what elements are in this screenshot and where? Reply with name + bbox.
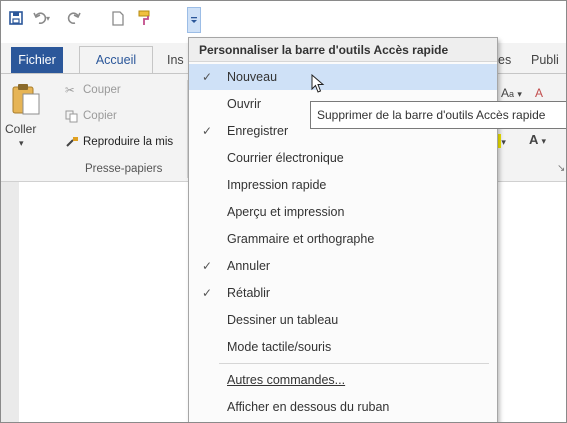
cut-button[interactable]: ✂ Couper — [65, 82, 155, 100]
menu-item-label: Enregistrer — [227, 124, 289, 138]
tab-fichier[interactable]: Fichier — [11, 47, 63, 73]
tab-publipostage[interactable]: Publi — [531, 47, 566, 73]
menu-item-nouveau[interactable]: ✓ Nouveau — [189, 64, 497, 90]
format-painter-icon[interactable] — [135, 7, 155, 29]
new-document-icon[interactable] — [109, 7, 127, 29]
shrink-font-label: A — [535, 86, 544, 100]
check-icon: ✓ — [202, 259, 213, 273]
tab-insertion[interactable]: Ins — [167, 47, 189, 73]
menu-item-label: Dessiner un tableau — [227, 313, 339, 327]
menu-item-apercu[interactable]: Aperçu et impression — [189, 199, 497, 225]
menu-item-grammaire[interactable]: Grammaire et orthographe — [189, 226, 497, 252]
menu-item-label: Nouveau — [227, 70, 278, 84]
cut-label: Couper — [83, 84, 121, 96]
grow-font-label: A — [501, 86, 510, 100]
format-painter-label: Reproduire la mis — [83, 136, 174, 148]
grow-font-button[interactable]: Aa ▾ — [501, 86, 522, 100]
brush-icon — [66, 137, 78, 147]
paste-label: Coller — [5, 122, 37, 136]
shrink-font-button[interactable]: A — [535, 86, 543, 100]
redo-icon[interactable] — [65, 7, 83, 29]
check-icon: ✓ — [202, 124, 213, 138]
clipboard-icon — [12, 84, 40, 115]
menu-item-annuler[interactable]: ✓ Annuler — [189, 253, 497, 279]
menu-separator — [219, 363, 489, 364]
highlight-button[interactable]: ▾ — [498, 134, 506, 148]
scissors-icon: ✂ — [65, 85, 75, 97]
menu-item-label: Courrier électronique — [227, 151, 344, 165]
menu-item-impression-rapide[interactable]: Impression rapide — [189, 172, 497, 198]
vertical-ruler — [1, 182, 19, 422]
menu-item-label: Ouvrir — [227, 97, 262, 111]
dialog-launcher-icon[interactable]: ↘ — [557, 163, 565, 174]
tab-partial[interactable]: es — [498, 47, 518, 73]
tab-accueil[interactable]: Accueil — [79, 46, 153, 75]
menu-item-courrier[interactable]: Courrier électronique — [189, 145, 497, 171]
menu-item-label: Afficher en dessous du ruban — [227, 400, 390, 414]
menu-title: Personnaliser la barre d'outils Accès ra… — [189, 38, 497, 62]
menu-item-label: Annuler — [227, 259, 271, 273]
menu-item-label: Autres commandes... — [227, 373, 346, 387]
paste-button[interactable]: Coller ▾ — [5, 82, 45, 152]
check-icon: ✓ — [202, 286, 213, 300]
svg-text:▾: ▾ — [46, 14, 50, 23]
format-painter-button[interactable]: Reproduire la mis — [65, 134, 187, 152]
copy-button[interactable]: Copier — [65, 108, 155, 126]
check-icon: ✓ — [202, 70, 213, 84]
menu-item-autres-commandes[interactable]: Autres commandes... — [189, 367, 497, 393]
tooltip: Supprimer de la barre d'outils Accès rap… — [310, 101, 566, 129]
menu-item-label: Grammaire et orthographe — [227, 232, 375, 246]
menu-item-mode-tactile[interactable]: Mode tactile/souris — [189, 334, 497, 360]
clipboard-group-label: Presse-papiers — [85, 163, 163, 175]
menu-item-label: Rétablir — [227, 286, 271, 300]
font-color-label: A — [529, 132, 538, 147]
font-color-button[interactable]: A ▾ — [529, 132, 546, 147]
customize-dropdown-icon[interactable] — [187, 7, 201, 33]
mouse-pointer-icon — [311, 74, 325, 93]
menu-item-dessiner-tableau[interactable]: Dessiner un tableau — [189, 307, 497, 333]
menu-item-retablir[interactable]: ✓ Rétablir — [189, 280, 497, 306]
menu-item-afficher-dessous[interactable]: Afficher en dessous du ruban — [189, 394, 497, 420]
grow-font-caret: ▾ — [517, 89, 522, 99]
menu-item-label: Impression rapide — [227, 178, 327, 192]
customize-qat-menu: Personnaliser la barre d'outils Accès ra… — [188, 37, 498, 422]
undo-icon[interactable]: ▾ — [31, 7, 55, 29]
app-window: ▾ Fichier Accueil Ins es Publi Coller ▾ … — [0, 0, 567, 423]
menu-item-label: Aperçu et impression — [227, 205, 345, 219]
copy-label: Copier — [83, 110, 117, 122]
copy-icon — [65, 110, 78, 123]
menu-item-label: Mode tactile/souris — [227, 340, 332, 354]
paste-dropdown-caret[interactable]: ▾ — [19, 138, 24, 149]
save-icon[interactable] — [7, 7, 25, 29]
